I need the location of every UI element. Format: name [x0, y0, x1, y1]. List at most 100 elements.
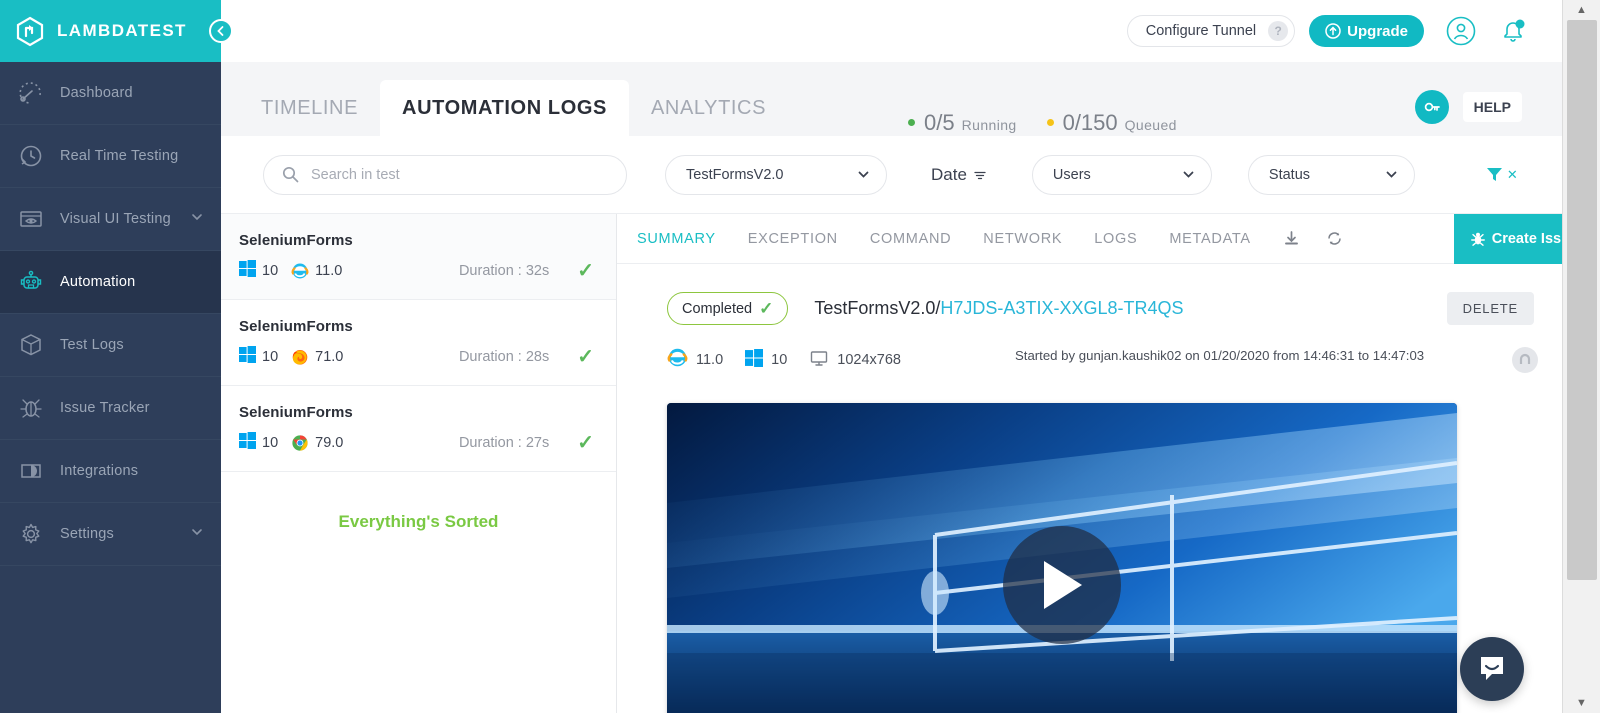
- check-icon: ✓: [577, 346, 594, 368]
- running-dot-icon: [908, 119, 916, 126]
- robot-icon: [16, 267, 46, 297]
- browser-version: 11.0: [315, 262, 343, 279]
- help-button[interactable]: HELP: [1462, 92, 1522, 122]
- windows-icon: [239, 259, 256, 282]
- sidebar-item-issue-tracker[interactable]: Issue Tracker: [0, 377, 221, 440]
- tab-network[interactable]: NETWORK: [983, 231, 1062, 247]
- tab-automation-logs[interactable]: AUTOMATION LOGS: [380, 80, 629, 136]
- clear-filter-button[interactable]: ✕: [1485, 165, 1518, 184]
- firefox-icon: [291, 348, 309, 366]
- windows-icon: [239, 431, 256, 454]
- funnel-icon: [1486, 168, 1502, 181]
- sidebar-item-dashboard[interactable]: Dashboard: [0, 62, 221, 125]
- configure-tunnel-button[interactable]: Configure Tunnel ?: [1126, 15, 1296, 47]
- sidebar-item-label: Test Logs: [60, 337, 124, 353]
- test-duration: Duration : 32s: [458, 262, 550, 279]
- detail-tabs: SUMMARY EXCEPTION COMMAND NETWORK LOGS M…: [617, 213, 1600, 264]
- scrollbar-up-arrow-icon[interactable]: ▲: [1563, 0, 1600, 20]
- user-avatar-icon[interactable]: [1446, 16, 1476, 46]
- sidebar-item-automation[interactable]: Automation: [0, 251, 221, 314]
- tab-timeline[interactable]: TIMELINE: [239, 80, 380, 136]
- gear-icon: [16, 519, 46, 549]
- detail-os-version: 10: [771, 352, 788, 368]
- running-status: 0/5 Running: [908, 110, 1017, 136]
- sort-icon: [974, 171, 986, 179]
- main-area: Configure Tunnel ? Upgrade TIMELINE AUTO…: [221, 0, 1600, 713]
- eye-window-icon: [16, 204, 46, 234]
- bug-icon: [16, 393, 46, 423]
- list-item[interactable]: SeleniumForms 10: [221, 300, 616, 386]
- os-version: 10: [262, 262, 279, 279]
- list-item[interactable]: SeleniumForms 10: [221, 386, 616, 472]
- users-dropdown[interactable]: Users: [1031, 154, 1212, 195]
- status-dropdown[interactable]: Status: [1247, 154, 1415, 195]
- access-key-button[interactable]: [1414, 90, 1449, 124]
- search-input[interactable]: [311, 166, 591, 183]
- notification-bell-icon[interactable]: [1498, 16, 1528, 46]
- sidebar-item-test-logs[interactable]: Test Logs: [0, 314, 221, 377]
- page-tabs: TIMELINE AUTOMATION LOGS ANALYTICS 0/5 R…: [221, 62, 1600, 136]
- search-input-wrapper[interactable]: [263, 154, 627, 195]
- sidebar-item-label: Visual UI Testing: [60, 211, 171, 227]
- chevron-left-icon: [217, 26, 224, 36]
- sidebar-nav: Dashboard Real Time Testing Visual UI Te…: [0, 62, 221, 566]
- upload-circle-icon: [1325, 23, 1341, 39]
- project-dropdown[interactable]: TestFormsV2.0: [665, 154, 887, 195]
- sidebar-item-settings[interactable]: Settings: [0, 503, 221, 566]
- check-icon: ✓: [577, 432, 594, 454]
- clock-arrow-icon: [16, 141, 46, 171]
- detail-browser-version: 11.0: [696, 352, 724, 368]
- environment-info: 11.0 10 1024x768: [667, 347, 923, 373]
- refresh-icon[interactable]: [1326, 230, 1343, 247]
- close-x-icon[interactable]: ✕: [1507, 167, 1518, 183]
- test-duration: Duration : 27s: [458, 434, 550, 451]
- chevron-down-icon: [858, 171, 869, 178]
- chevron-down-icon[interactable]: [191, 525, 203, 543]
- session-id-link[interactable]: H7JDS-A3TIX-XXGL8-TR4QS: [940, 298, 1183, 318]
- chrome-icon: [291, 434, 309, 452]
- queue-status-group: 0/5 Running 0/150 Queued: [908, 110, 1177, 136]
- sidebar-item-real-time-testing[interactable]: Real Time Testing: [0, 125, 221, 188]
- test-meta: 10 79.0 Duration: 27s ✓: [239, 430, 594, 455]
- configure-tunnel-label: Configure Tunnel: [1145, 23, 1257, 39]
- queued-status: 0/150 Queued: [1046, 110, 1177, 136]
- sidebar-item-label: Settings: [60, 526, 114, 542]
- intercom-chat-button[interactable]: [1460, 637, 1524, 701]
- list-item[interactable]: SeleniumForms 10: [221, 214, 616, 300]
- list-end-note: Everything's Sorted: [338, 512, 499, 531]
- test-video-player[interactable]: [667, 403, 1457, 713]
- tab-exception[interactable]: EXCEPTION: [748, 231, 838, 247]
- started-by-text: Started by gunjan.kaushik02 on 01/20/202…: [1015, 348, 1425, 363]
- windows-icon: [745, 348, 764, 372]
- play-icon[interactable]: [1003, 526, 1121, 645]
- tab-summary[interactable]: SUMMARY: [637, 231, 716, 247]
- build-path: TestFormsV2.0/H7JDS-A3TIX-XXGL8-TR4QS: [814, 298, 1183, 319]
- tab-logs[interactable]: LOGS: [1094, 231, 1137, 247]
- browser-version: 79.0: [315, 434, 344, 451]
- sidebar-item-visual-ui-testing[interactable]: Visual UI Testing: [0, 188, 221, 251]
- delete-button[interactable]: DELETE: [1446, 292, 1534, 325]
- lambdatest-app: LAMBDATEST Dashboard Real Time Testing V…: [0, 0, 1600, 713]
- scrollbar-down-arrow-icon[interactable]: ▼: [1563, 693, 1600, 713]
- tab-analytics[interactable]: ANALYTICS: [629, 80, 788, 136]
- detail-resolution: 1024x768: [837, 352, 901, 368]
- detail-header-row: Completed ✓ TestFormsV2.0/H7JDS-A3TIX-XX…: [667, 292, 1600, 325]
- monitor-icon: [809, 348, 829, 373]
- sidebar-collapse-button[interactable]: [209, 19, 233, 43]
- sidebar-item-integrations[interactable]: Integrations: [0, 440, 221, 503]
- sidebar-item-label: Issue Tracker: [60, 400, 150, 416]
- tab-metadata[interactable]: METADATA: [1169, 231, 1250, 247]
- scrollbar-thumb[interactable]: [1567, 20, 1597, 580]
- download-icon[interactable]: [1283, 230, 1300, 247]
- status-dropdown-value: Status: [1268, 166, 1311, 183]
- project-dropdown-value: TestFormsV2.0: [686, 166, 784, 183]
- detail-body: Completed ✓ TestFormsV2.0/H7JDS-A3TIX-XX…: [617, 264, 1600, 713]
- sidebar-item-label: Real Time Testing: [60, 148, 179, 164]
- date-sort-control[interactable]: Date: [931, 165, 988, 185]
- tab-command[interactable]: COMMAND: [870, 231, 951, 247]
- question-mark-icon[interactable]: ?: [1268, 21, 1289, 41]
- upgrade-button[interactable]: Upgrade: [1309, 15, 1424, 47]
- box-icon: [16, 330, 46, 360]
- page-scrollbar[interactable]: ▲ ▼: [1562, 0, 1600, 713]
- chevron-down-icon[interactable]: [191, 210, 203, 228]
